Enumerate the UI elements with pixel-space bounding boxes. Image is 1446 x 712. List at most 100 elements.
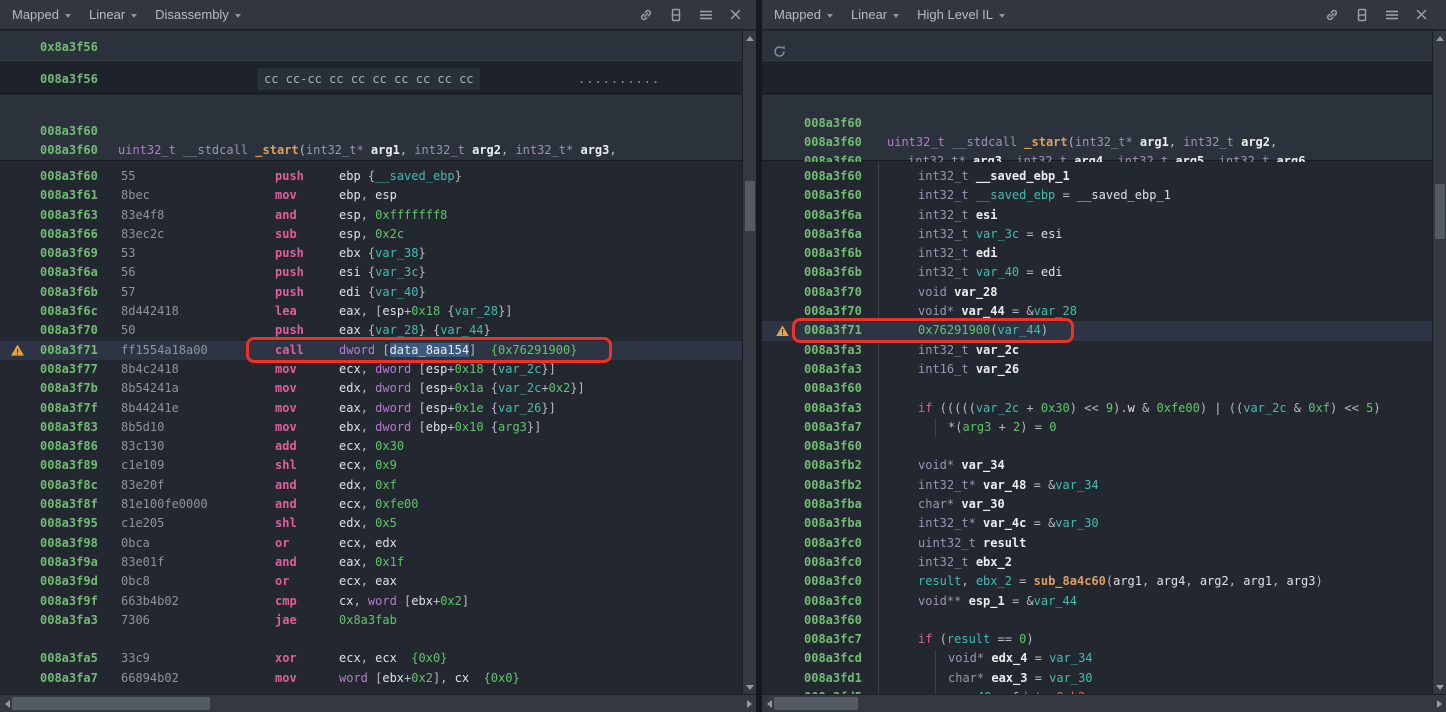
hlil-row[interactable]: 008a3fa3if (((((var_2c + 0x30) << 9).w &… [762, 399, 1432, 418]
token [969, 227, 976, 241]
vertical-scroll-thumb[interactable] [745, 181, 755, 231]
link-icon[interactable] [638, 7, 654, 23]
asm-row[interactable]: 008a3f8c83e20fandedx, 0xf [0, 476, 742, 495]
hlil-row[interactable]: 008a3fb2void* var_34 [762, 456, 1432, 475]
split-view-icon[interactable] [669, 7, 683, 23]
asm-row[interactable]: 008a3f6b57pushedi {var_40} [0, 283, 742, 302]
asm-row[interactable]: 008a3f6383e4f8andesp, 0xfffffff8 [0, 206, 742, 225]
token: uint32_t [118, 143, 176, 157]
asm-row[interactable]: 008a3f95c1e205shledx, 0x5 [0, 514, 742, 533]
scroll-up-button[interactable] [1433, 31, 1446, 45]
right-vertical-scrollbar[interactable] [1432, 31, 1446, 694]
horizontal-scroll-thumb[interactable] [774, 697, 858, 710]
menu-icon[interactable] [1384, 8, 1400, 22]
token: [ [368, 671, 382, 685]
vertical-scroll-thumb[interactable] [1435, 184, 1445, 239]
asm-row[interactable]: 008a3f89c1e109shlecx, 0x9 [0, 456, 742, 475]
instruction-bytes: 83e01f [121, 553, 164, 572]
scroll-up-button[interactable] [743, 31, 756, 45]
hlil-row[interactable]: 008a3fc0uint32_t result [762, 534, 1432, 553]
asm-row[interactable]: 008a3fa533c9xorecx, ecx {0x0} [0, 649, 742, 668]
hlil-row[interactable]: 008a3fa3int32_t var_2c [762, 341, 1432, 360]
hlil-row[interactable]: 008a3fcdvoid* edx_4 = var_34 [762, 649, 1432, 668]
asm-row[interactable]: 008a3fa37306jae0x8a3fab [0, 611, 742, 630]
hlil-row[interactable]: 008a3f6bint32_t var_40 = edi [762, 263, 1432, 282]
sticky-function-header[interactable]: uint32_t __stdcall _start(int32_t* arg1,… [762, 31, 1432, 63]
hlil-row[interactable]: 008a3fc7if (result == 0) [762, 630, 1432, 649]
reanalyze-icon[interactable] [772, 39, 787, 63]
menu-icon[interactable] [698, 8, 714, 22]
hlil-row[interactable]: 008a3f70void* var_44 = &var_28 [762, 302, 1432, 321]
hlil-row[interactable]: 008a3f60int32_t __saved_ebp = __saved_eb… [762, 186, 1432, 205]
asm-row[interactable]: !008a3f71ff1554a18a00calldword [data_8aa… [0, 341, 742, 360]
token: esp [426, 401, 448, 415]
hlil-row[interactable]: 008a3f71!0x76291900(var_44) [762, 321, 1432, 340]
asm-row[interactable]: 008a3f9d0bc8orecx, eax [0, 572, 742, 591]
close-icon[interactable] [729, 8, 742, 21]
hlil-row[interactable]: 008a3fa7*(arg3 + 2) = 0 [762, 418, 1432, 437]
scroll-down-button[interactable] [1433, 680, 1446, 694]
right-view-type-menu[interactable]: Mapped [774, 7, 833, 22]
asm-row[interactable]: 008a3f838b5d10movebx, dword [ebp+0x10 {a… [0, 418, 742, 437]
token: if [918, 401, 932, 415]
asm-row[interactable]: 008a3f778b4c2418movecx, dword [esp+0x18 … [0, 360, 742, 379]
token: 0x18 [455, 362, 484, 376]
asm-row[interactable]: 008a3f6055pushebp {__saved_ebp} [0, 167, 742, 186]
asm-row[interactable]: 008a3f6a56pushesi {var_3c} [0, 263, 742, 282]
link-icon[interactable] [1324, 7, 1340, 23]
asm-row[interactable]: 008a3f8683c130addecx, 0x30 [0, 437, 742, 456]
instruction-address: 008a3f8f [40, 495, 98, 514]
hlil-row[interactable]: 008a3f60int32_t __saved_ebp_1 [762, 167, 1432, 186]
left-layout-menu[interactable]: Linear [89, 7, 137, 22]
byte-data-row[interactable]: 008a3f56 cc cc-cc cc cc cc cc cc cc cc .… [0, 64, 742, 94]
hlil-row[interactable]: 008a3fbachar* var_30 [762, 495, 1432, 514]
scroll-right-button[interactable] [742, 695, 756, 712]
asm-row[interactable]: 008a3f9a83e01fandeax, 0x1f [0, 553, 742, 572]
asm-row[interactable]: 008a3f7b8b54241amovedx, dword [esp+0x1a … [0, 379, 742, 398]
instruction-address: 008a3f71 [40, 341, 98, 360]
token: int32_t* [918, 478, 976, 492]
scroll-right-button[interactable] [1432, 695, 1446, 712]
left-horizontal-scrollbar[interactable] [0, 694, 756, 712]
hlil-row[interactable]: 008a3fa3int16_t var_26 [762, 360, 1432, 379]
hlil-row[interactable]: 008a3fc0int32_t ebx_2 [762, 553, 1432, 572]
function-signature-block[interactable]: 008a3f60 uint32_t __stdcall _start(int32… [0, 95, 742, 161]
horizontal-scroll-thumb[interactable] [12, 697, 210, 710]
hlil-row[interactable]: 008a3f6aint32_t var_3c = esi [762, 225, 1432, 244]
asm-row[interactable]: 008a3f618becmovebp, esp [0, 186, 742, 205]
asm-row[interactable]: 008a3f6953pushebx {var_38} [0, 244, 742, 263]
token: = [1055, 188, 1077, 202]
hlil-row[interactable]: 008a3f6bint32_t edi [762, 244, 1432, 263]
asm-row[interactable]: 008a3f8f81e100fe0000andecx, 0xfe00 [0, 495, 742, 514]
hlil-row[interactable]: 008a3fd1char* eax_3 = var_30 [762, 669, 1432, 688]
right-layout-menu[interactable]: Linear [851, 7, 899, 22]
left-il-menu[interactable]: Disassembly [155, 7, 241, 22]
asm-row[interactable]: 008a3fa766894b02movword [ebx+0x2], cx {0… [0, 669, 742, 688]
left-vertical-scrollbar[interactable] [742, 31, 756, 694]
hlil-row[interactable]: 008a3fc0void** esp_1 = &var_44 [762, 592, 1432, 611]
operands: ecx, 0x30 [339, 437, 404, 456]
asm-row[interactable]: 008a3f6c8d442418leaeax, [esp+0x18 {var_2… [0, 302, 742, 321]
header-address: 0x8a3f56 [40, 31, 98, 63]
close-icon[interactable] [1415, 8, 1428, 21]
asm-row[interactable]: 008a3f980bcaorecx, edx [0, 534, 742, 553]
hlil-row[interactable]: 008a3fc0result, ebx_2 = sub_8a4c60(arg1,… [762, 572, 1432, 591]
token: 0x5 [375, 516, 397, 530]
hlil-row[interactable]: 008a3f6aint32_t esi [762, 206, 1432, 225]
split-view-icon[interactable] [1355, 7, 1369, 23]
scroll-down-button[interactable] [743, 680, 756, 694]
asm-row[interactable]: 008a3f7050pusheax {var_28} {var_44} [0, 321, 742, 340]
hlil-row[interactable]: 008a3fb2int32_t* var_48 = &var_34 [762, 476, 1432, 495]
asm-row[interactable]: 008a3f9f663b4b02cmpcx, word [ebx+0x2] [0, 592, 742, 611]
asm-row[interactable]: 008a3f6683ec2csubesp, 0x2c [0, 225, 742, 244]
hlil-row[interactable]: 008a3fbaint32_t* var_4c = &var_30 [762, 514, 1432, 533]
token: { [361, 246, 375, 260]
right-il-menu[interactable]: High Level IL [917, 7, 1005, 22]
right-horizontal-scrollbar[interactable] [762, 694, 1446, 712]
left-view-type-menu[interactable]: Mapped [12, 7, 71, 22]
mnemonic: sub [275, 225, 297, 244]
hlil-row[interactable]: 008a3f70void var_28 [762, 283, 1432, 302]
token: void [918, 285, 947, 299]
asm-row[interactable]: 008a3f7f8b44241emoveax, dword [esp+0x1e … [0, 399, 742, 418]
hlil-signature-block[interactable]: 008a3f60 uint32_t __stdcall _start(int32… [762, 95, 1432, 161]
